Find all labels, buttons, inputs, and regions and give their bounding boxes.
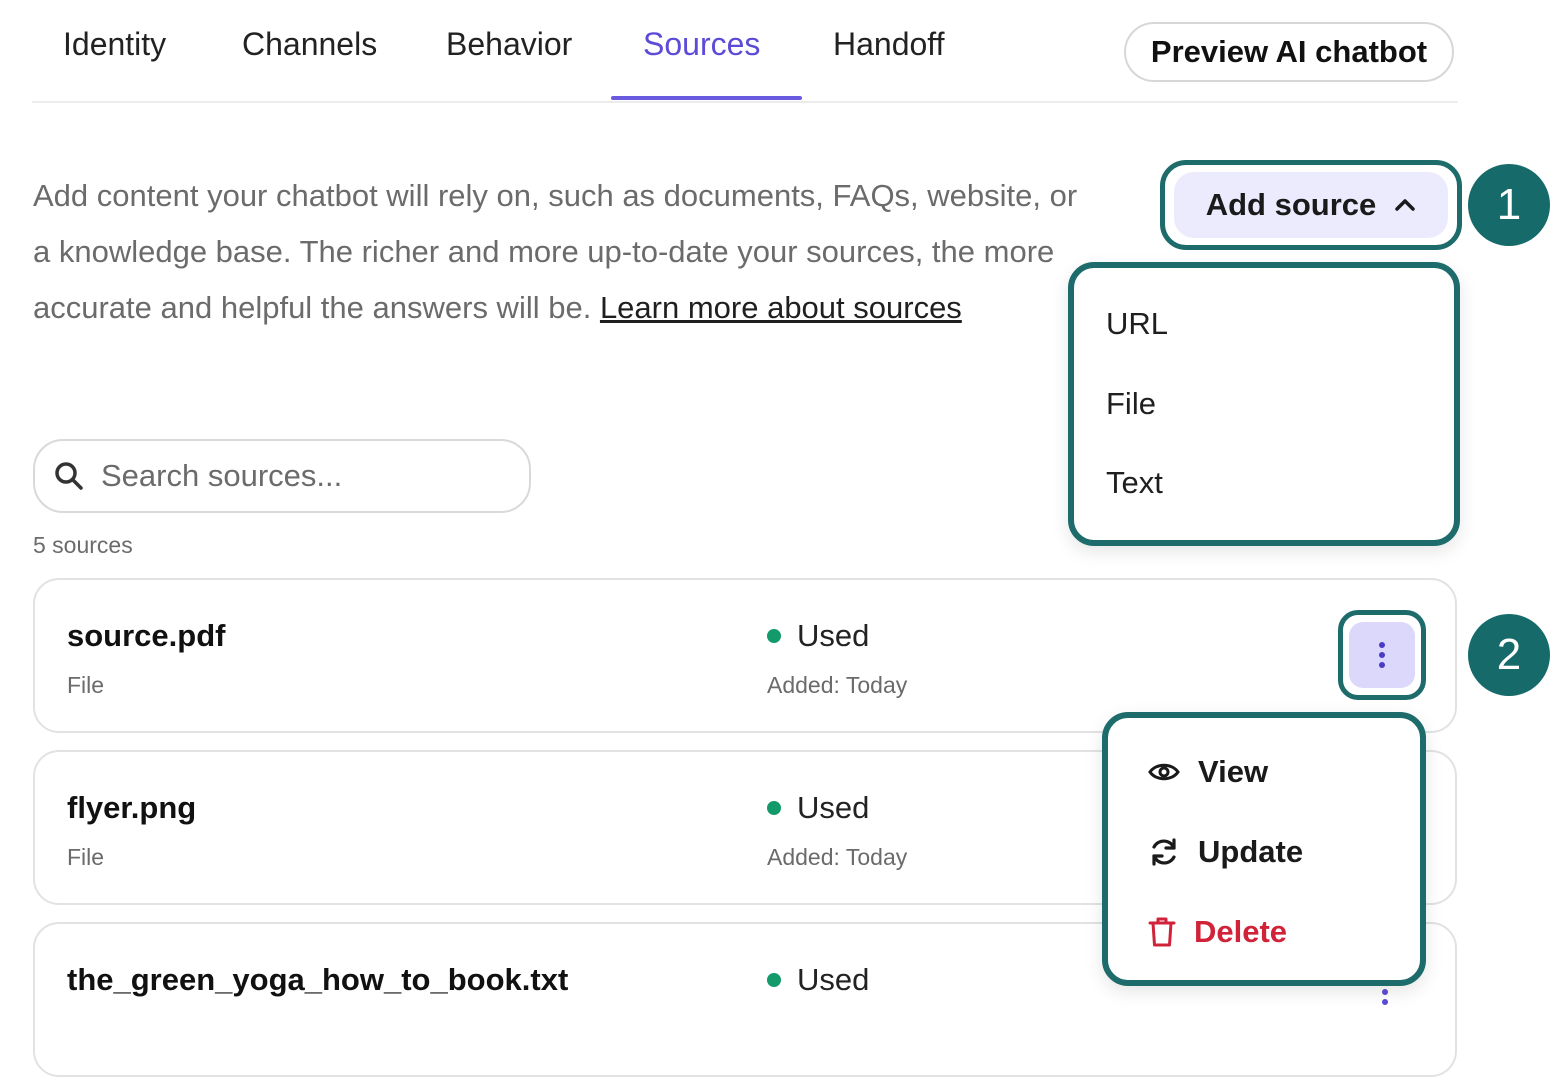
add-source-menu: URL File Text	[1068, 262, 1460, 546]
tab-sources[interactable]: Sources	[643, 26, 760, 63]
menu-item-label: Delete	[1194, 914, 1288, 949]
learn-more-link[interactable]: Learn more about sources	[600, 290, 962, 325]
menu-item-url[interactable]: URL	[1106, 306, 1168, 342]
menu-item-label: View	[1198, 754, 1269, 789]
tab-identity[interactable]: Identity	[63, 26, 166, 63]
source-row: source.pdf File Used Added: Today	[33, 578, 1457, 733]
search-input[interactable]	[99, 457, 503, 495]
status-dot-icon	[767, 629, 781, 643]
menu-item-delete[interactable]: Delete	[1148, 914, 1287, 950]
status-label: Used	[797, 962, 870, 997]
menu-item-view[interactable]: View	[1148, 754, 1268, 790]
status-indicator: Used	[767, 962, 869, 998]
source-type: File	[67, 672, 105, 698]
chevron-up-icon	[1395, 199, 1416, 211]
source-type: File	[67, 844, 105, 870]
tab-behavior[interactable]: Behavior	[446, 26, 572, 63]
menu-item-label: Update	[1198, 834, 1304, 869]
status-indicator: Used	[767, 790, 869, 826]
source-count: 5 sources	[33, 532, 133, 558]
preview-chatbot-button[interactable]: Preview AI chatbot	[1124, 22, 1454, 82]
active-tab-indicator	[611, 96, 802, 100]
menu-item-update[interactable]: Update	[1148, 834, 1303, 870]
tab-bar: Identity Channels Behavior Sources Hando…	[32, 0, 1458, 103]
more-options-button[interactable]	[1349, 622, 1415, 688]
added-date: Added: Today	[767, 672, 908, 698]
search-box	[33, 439, 531, 513]
source-name: source.pdf	[67, 618, 226, 653]
sources-description: Add content your chatbot will rely on, s…	[33, 168, 1093, 336]
callout-badge-1: 1	[1468, 164, 1550, 246]
status-dot-icon	[767, 801, 781, 815]
row-menu-highlight	[1338, 610, 1426, 700]
menu-item-file[interactable]: File	[1106, 386, 1156, 422]
add-source-button[interactable]: Add source	[1174, 172, 1448, 238]
search-icon	[55, 462, 83, 490]
more-options-icon[interactable]	[1375, 986, 1395, 1026]
tab-channels[interactable]: Channels	[242, 26, 377, 63]
status-indicator: Used	[767, 618, 869, 654]
tab-handoff[interactable]: Handoff	[833, 26, 945, 63]
source-name: flyer.png	[67, 790, 197, 825]
added-date: Added: Today	[767, 844, 908, 870]
source-name: the_green_yoga_how_to_book.txt	[67, 962, 569, 997]
eye-icon	[1148, 763, 1180, 781]
row-action-menu: View Update Delete	[1102, 712, 1426, 986]
add-source-highlight: Add source	[1160, 160, 1462, 250]
refresh-icon	[1152, 838, 1176, 866]
trash-icon	[1148, 917, 1176, 947]
more-options-icon	[1379, 642, 1385, 668]
status-dot-icon	[767, 973, 781, 987]
menu-item-text[interactable]: Text	[1106, 465, 1163, 501]
callout-badge-2: 2	[1468, 614, 1550, 696]
add-source-label: Add source	[1205, 187, 1377, 222]
status-label: Used	[797, 618, 870, 653]
status-label: Used	[797, 790, 870, 825]
